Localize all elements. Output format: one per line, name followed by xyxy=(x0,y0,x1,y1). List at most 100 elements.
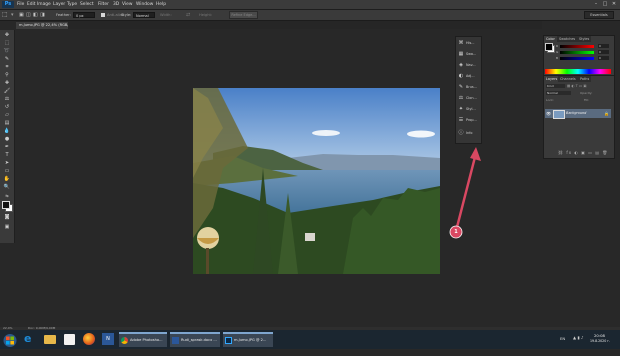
color-spectrum-bar[interactable] xyxy=(545,69,611,74)
color-fg-swatch[interactable] xyxy=(545,43,553,51)
layer-row-background[interactable]: 👁 Background 🔒 xyxy=(545,109,611,119)
green-slider[interactable] xyxy=(560,51,594,54)
panel-swatches[interactable]: ▦ Swa... xyxy=(458,50,479,59)
menu-3d[interactable]: 3D xyxy=(113,1,119,8)
panel-history[interactable]: ⌘ His... xyxy=(458,39,479,48)
eraser-tool-icon[interactable]: ▱ xyxy=(3,112,11,119)
swap-colors-icon[interactable]: ⇆ xyxy=(3,192,11,199)
tab-color[interactable]: Color xyxy=(544,36,557,42)
app-icon[interactable]: N xyxy=(102,333,114,345)
pen-tool-icon[interactable]: ✒ xyxy=(3,144,11,151)
channel-r-label: R xyxy=(556,44,559,48)
tab-channels[interactable]: Channels xyxy=(558,76,578,82)
menu-image[interactable]: Image xyxy=(37,1,51,8)
clock-date[interactable]: 19.8.2020 г. xyxy=(590,339,610,356)
refine-edge-button[interactable]: Refine Edge... xyxy=(229,11,258,19)
annotation-marker: 1 xyxy=(454,229,458,235)
eyedropper-tool-icon[interactable]: ⚲ xyxy=(3,72,11,79)
feather-input[interactable]: 0 px xyxy=(73,12,95,18)
layers-footer-icons[interactable]: ⛓ fx ◐ ▣ ▭ ▤ 🗑 xyxy=(558,150,608,155)
internet-explorer-icon[interactable]: e xyxy=(24,333,36,345)
document-image[interactable] xyxy=(193,88,440,274)
taskbar-task-chrome[interactable]: Adobe Photosho... xyxy=(119,332,167,347)
add-selection-icon[interactable]: ◫ xyxy=(26,11,31,19)
quick-mask-icon[interactable]: ◙ xyxy=(3,214,11,221)
menu-file[interactable]: File xyxy=(17,1,24,8)
visibility-eye-icon[interactable]: 👁 xyxy=(546,111,551,116)
foreground-color-swatch[interactable] xyxy=(2,201,10,209)
gradient-tool-icon[interactable]: ▤ xyxy=(3,120,11,127)
menu-help[interactable]: Help xyxy=(156,1,166,8)
layers-panel: Layers Channels Paths Kind ▦ ◐ T ▭ ▣ Nor… xyxy=(543,75,615,159)
tab-swatches[interactable]: Swatches xyxy=(557,36,578,42)
document-tab[interactable]: m.Jumo.JPG @ 22,4% (RGB/8) xyxy=(16,22,68,29)
new-selection-icon[interactable]: ▣ xyxy=(19,11,24,19)
menu-layer[interactable]: Layer xyxy=(53,1,65,8)
chevron-down-icon[interactable]: ▾ xyxy=(11,11,14,19)
menu-edit[interactable]: Edit xyxy=(27,1,36,8)
antialias-checkbox[interactable] xyxy=(101,13,105,17)
tab-styles[interactable]: Styles xyxy=(577,36,592,42)
panel-properties[interactable]: ☰ Prop... xyxy=(458,116,479,125)
crop-tool-icon[interactable]: ⌗ xyxy=(3,64,11,71)
healing-tool-icon[interactable]: ✚ xyxy=(3,80,11,87)
file-explorer-icon[interactable] xyxy=(44,335,56,344)
quick-select-tool-icon[interactable]: ✎ xyxy=(3,56,11,63)
panel-adjustments[interactable]: ◐ Adj... xyxy=(458,72,479,81)
landscape-photo xyxy=(193,88,440,274)
move-tool-icon[interactable]: ✥ xyxy=(3,32,11,39)
task-label: Adobe Photosho... xyxy=(130,338,163,342)
red-slider[interactable] xyxy=(560,45,594,48)
taskbar-task-word[interactable]: Rudi_sprask.docx ... xyxy=(170,332,220,347)
history-brush-tool-icon[interactable]: ↺ xyxy=(3,104,11,111)
panel-clone[interactable]: ⚖ Clon... xyxy=(458,94,479,103)
blue-value[interactable]: 0 xyxy=(598,56,609,60)
filter-icons[interactable]: ▦ ◐ T ▭ ▣ xyxy=(567,84,587,88)
menu-window[interactable]: Window xyxy=(136,1,153,8)
tab-layers[interactable]: Layers xyxy=(544,76,560,82)
marquee-tool-icon[interactable]: ⬚ xyxy=(3,40,11,47)
panel-brush[interactable]: ✎ Brus... xyxy=(458,83,479,92)
stamp-tool-icon[interactable]: ⚖ xyxy=(3,96,11,103)
lasso-tool-icon[interactable]: ➰ xyxy=(3,48,11,55)
brush-tool-icon[interactable]: 🖌 xyxy=(3,88,11,95)
layer-kind-filter[interactable]: Kind xyxy=(546,84,565,88)
blue-slider[interactable] xyxy=(560,57,594,60)
blend-mode-select[interactable]: Normal xyxy=(546,91,571,95)
menu-filter[interactable]: Filter xyxy=(98,1,109,8)
dodge-tool-icon[interactable]: ● xyxy=(3,136,11,143)
menu-view[interactable]: View xyxy=(122,1,132,8)
menu-select[interactable]: Select xyxy=(80,1,94,8)
red-value[interactable]: 0 xyxy=(598,44,609,48)
style-select[interactable]: Normal xyxy=(133,12,155,18)
layer-name[interactable]: Background xyxy=(566,111,586,115)
marquee-tool-icon[interactable]: ⬚ xyxy=(2,11,8,19)
tray-icons[interactable]: ▲ ▮ ♪ xyxy=(573,335,583,352)
firefox-icon[interactable] xyxy=(83,333,95,345)
panel-navigator[interactable]: ◈ Nav... xyxy=(458,61,479,70)
hand-tool-icon[interactable]: ✋ xyxy=(3,176,11,183)
workspace-select[interactable]: Essentials xyxy=(584,11,614,19)
path-select-tool-icon[interactable]: ➤ xyxy=(3,160,11,167)
minimize-button[interactable]: – xyxy=(592,1,600,7)
screen-mode-icon[interactable]: ▣ xyxy=(3,224,11,231)
maximize-button[interactable]: □ xyxy=(601,1,609,7)
tab-paths[interactable]: Paths xyxy=(578,76,592,82)
panel-info[interactable]: ⓘ Info xyxy=(458,129,479,138)
shape-tool-icon[interactable]: ▭ xyxy=(3,168,11,175)
green-value[interactable]: 0 xyxy=(598,50,609,54)
subtract-selection-icon[interactable]: ◧ xyxy=(33,11,38,19)
channel-b-label: B xyxy=(556,56,559,60)
type-tool-icon[interactable]: T xyxy=(3,152,11,159)
windows-start-icon[interactable] xyxy=(3,332,17,349)
intersect-selection-icon[interactable]: ◨ xyxy=(40,11,45,19)
zoom-tool-icon[interactable]: 🔍 xyxy=(3,184,11,191)
swap-icon[interactable]: ⇄ xyxy=(186,11,190,19)
taskbar-task-photoshop[interactable]: m.Jumo.JPG @ 2... xyxy=(223,332,273,347)
language-indicator[interactable]: EN xyxy=(560,336,565,353)
media-player-icon[interactable] xyxy=(64,334,75,345)
panel-styles[interactable]: ✦ Styl... xyxy=(458,105,479,114)
blur-tool-icon[interactable]: 💧 xyxy=(3,128,11,135)
menu-type[interactable]: Type xyxy=(67,1,77,8)
close-window-button[interactable]: ✕ xyxy=(610,1,618,7)
